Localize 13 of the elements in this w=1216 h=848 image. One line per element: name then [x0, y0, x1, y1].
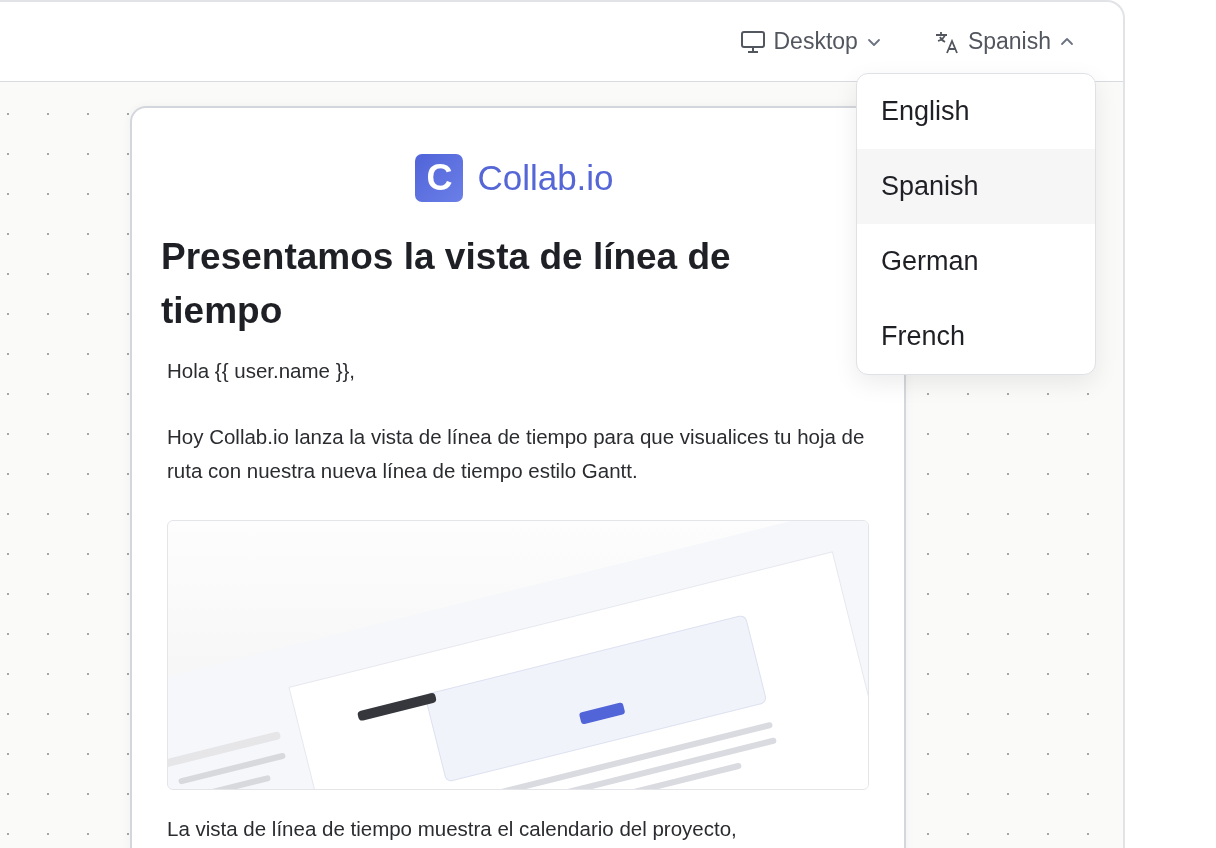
brand-name: Collab.io [477, 158, 614, 198]
language-dropdown[interactable]: Spanish [927, 24, 1081, 59]
language-option[interactable]: German [857, 224, 1095, 299]
body-paragraph: La vista de línea de tiempo muestra el calendario del proyecto, [167, 816, 738, 842]
device-dropdown[interactable]: Desktop [733, 24, 888, 59]
language-option[interactable]: Spanish [857, 149, 1095, 224]
email-heading: Presentamos la vista de línea de tiempo [161, 235, 732, 333]
language-option[interactable]: English [857, 74, 1095, 149]
language-option[interactable]: French [857, 299, 1095, 374]
monitor-icon [739, 29, 766, 54]
body-paragraph: Hoy Collab.io lanza la vista de línea de tiempo para que visualices tu hoja de ruta con nuestra nueva línea de tiempo estilo Gantt. [167, 424, 866, 484]
greeting-text: Hola {{ user.name }}, [167, 358, 357, 384]
logo-icon: C [415, 154, 464, 202]
